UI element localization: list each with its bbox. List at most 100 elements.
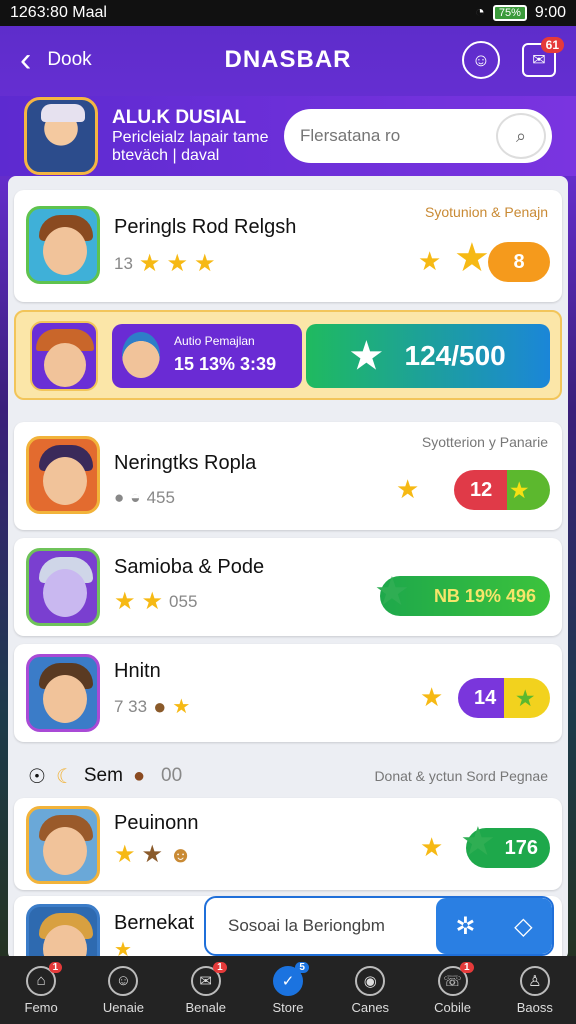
floating-search-text: Sosoai la Beriongbm — [228, 916, 385, 935]
star-icon: ★ — [460, 820, 496, 864]
game-meta: ★ ★ ☻ — [114, 842, 192, 868]
game-meta: ★ ★ 055 — [114, 590, 197, 614]
featured-player-label: Autio Pemajlan — [174, 334, 255, 348]
nav-badge: 1 — [459, 961, 474, 973]
featured-player[interactable]: Autio Pemajlan 15 13% 3:39 — [112, 324, 302, 388]
nav-item-mobile[interactable]: ☏ 1 Cobile — [413, 961, 493, 1015]
coin-icon: ● — [153, 694, 167, 719]
game-thumbnail — [26, 206, 100, 284]
profile-line-1: Pericleialz lapair tame — [112, 128, 269, 146]
score-pill[interactable]: 14 ★ — [458, 678, 550, 718]
star-icon: ★ — [114, 841, 136, 868]
star-icon: ★ — [350, 335, 383, 376]
chat-bubble-icon: ✉ — [532, 52, 546, 69]
star-icon: ★ — [138, 250, 161, 277]
list-item[interactable]: Peuinonn ★ ★ ☻ ★ 176 ★ — [14, 798, 562, 890]
home-icon: ⌂ 1 — [26, 961, 63, 996]
nav-item-games[interactable]: ◉ Canes — [330, 965, 410, 1015]
star-icon: ★ — [396, 474, 420, 504]
star-icon: ★ — [141, 841, 164, 868]
list-item[interactable]: Samioba & Pode ★ ★ 055 NB 19% 496 ★ — [14, 538, 562, 636]
game-meta-value: 13 — [114, 254, 133, 273]
nav-item-user[interactable]: ☺ Uenaie — [83, 965, 163, 1015]
nav-label: Uenaie — [102, 999, 145, 1015]
search-bar: ⌕ — [284, 109, 552, 163]
star-icon: ★ — [454, 236, 490, 280]
game-thumbnail — [26, 654, 100, 732]
nav-label: Store — [272, 999, 304, 1015]
game-meta-value: 7 33 — [114, 697, 148, 716]
game-thumbnail — [26, 548, 100, 626]
nav-item-profile[interactable]: ♙ Baoss — [495, 965, 575, 1015]
featured-card[interactable]: Autio Pemajlan 15 13% 3:39 ★ 124/500 — [14, 310, 562, 400]
status-bar: 1263:80 Maal ◔ 75% 9:00 — [0, 0, 576, 26]
nav-label: Baoss — [516, 999, 553, 1015]
score-pill[interactable]: 12 ★ — [454, 470, 550, 510]
nav-badge: 1 — [48, 961, 63, 973]
game-title: Bernekat — [114, 912, 195, 934]
games-icon: ◉ — [355, 965, 386, 996]
game-title: Peringls Rod Relgsh — [114, 216, 297, 238]
search-input[interactable] — [300, 126, 496, 146]
game-thumbnail — [26, 904, 100, 960]
profile-bar: ALU.K DUSIAL Pericleialz lapair tame bte… — [0, 96, 576, 176]
player-avatar — [122, 332, 160, 378]
section-header: ☉ ☾ Sem ● 00 Donat & yctun Sord Pegnae — [14, 756, 562, 796]
nav-label: Canes — [351, 999, 390, 1015]
star-icon: ★ — [193, 250, 216, 277]
app-header: ‹ Dook DNASBAR ☺ ✉ 61 — [0, 26, 576, 94]
featured-player-value: 15 13% 3:39 — [174, 354, 277, 374]
list-item[interactable]: Neringtks Ropla ● ◒ 455 Syotterion y Pan… — [14, 422, 562, 530]
diamond-icon[interactable]: ◇ — [514, 912, 532, 941]
game-thumbnail — [26, 806, 100, 884]
game-meta: 13 ★ ★ ★ — [114, 252, 215, 276]
profile-name: ALU.K DUSIAL — [112, 106, 247, 128]
game-title: Samioba & Pode — [114, 556, 265, 578]
star-icon: ★ — [516, 687, 535, 710]
notifications-button[interactable]: ✉ 61 — [522, 37, 564, 77]
avatar[interactable] — [24, 97, 98, 175]
list-item[interactable]: Peringls Rod Relgsh 13 ★ ★ ★ Syotunion &… — [14, 190, 562, 302]
nav-item-home[interactable]: ⌂ 1 Femo — [1, 961, 81, 1015]
battery-icon: 75% — [492, 5, 527, 21]
featured-score-button[interactable]: ★ 124/500 — [306, 324, 550, 388]
floating-search-actions: ✲ ◇ — [436, 898, 552, 954]
nav-label: Femo — [24, 999, 58, 1015]
section-title: Sem — [83, 765, 123, 786]
game-meta-value: 455 — [146, 488, 175, 507]
status-time-right: 9:00 — [534, 4, 566, 21]
user-icon: ☺ — [108, 965, 139, 996]
nav-item-store[interactable]: ✓ 5 Store — [248, 961, 328, 1015]
account-icon[interactable]: ☺ — [462, 41, 500, 79]
game-list: Peringls Rod Relgsh 13 ★ ★ ★ Syotunion &… — [8, 176, 568, 960]
chevron-left-icon: ‹ — [20, 41, 32, 79]
score-value: 12 — [470, 478, 493, 501]
search-icon[interactable]: ⌕ — [496, 113, 546, 159]
game-title: Hnitn — [114, 660, 161, 682]
game-genre: Syotunion & Penajn — [425, 204, 548, 220]
nav-badge: 1 — [213, 961, 227, 973]
floating-search[interactable]: Sosoai la Beriongbm ✲ ◇ — [204, 896, 554, 956]
list-item[interactable]: Hnitn 7 33 ● ★ ★ 14 ★ — [14, 644, 562, 742]
nav-item-chat[interactable]: ✉ 1 Benale — [166, 961, 246, 1015]
profile-line-2: bteväch | daval — [112, 146, 220, 164]
featured-avatar — [30, 321, 98, 391]
wifi-icon: ◔ — [475, 4, 485, 21]
score-pill[interactable]: 8 — [488, 242, 550, 282]
star-icon: ★ — [166, 250, 188, 277]
star-icon: ★ — [420, 832, 444, 862]
shuffle-icon[interactable]: ✲ — [455, 912, 475, 941]
notification-badge: 61 — [540, 37, 564, 53]
section-count: 00 — [161, 765, 183, 786]
chat-icon: ✉ 1 — [190, 961, 227, 996]
star-icon: ★ — [172, 696, 191, 718]
moon-icon: ☾ — [55, 765, 74, 788]
owl-icon: ☉ — [28, 765, 46, 788]
ball-icon: ◒ — [130, 488, 141, 507]
nav-label: Cobile — [434, 999, 471, 1015]
back-button[interactable]: ‹ Dook — [20, 43, 92, 77]
star-icon: ★ — [374, 570, 410, 614]
star-icon: ★ — [418, 246, 442, 276]
game-title: Neringtks Ropla — [114, 452, 257, 474]
star-icon: ★ — [141, 588, 164, 615]
